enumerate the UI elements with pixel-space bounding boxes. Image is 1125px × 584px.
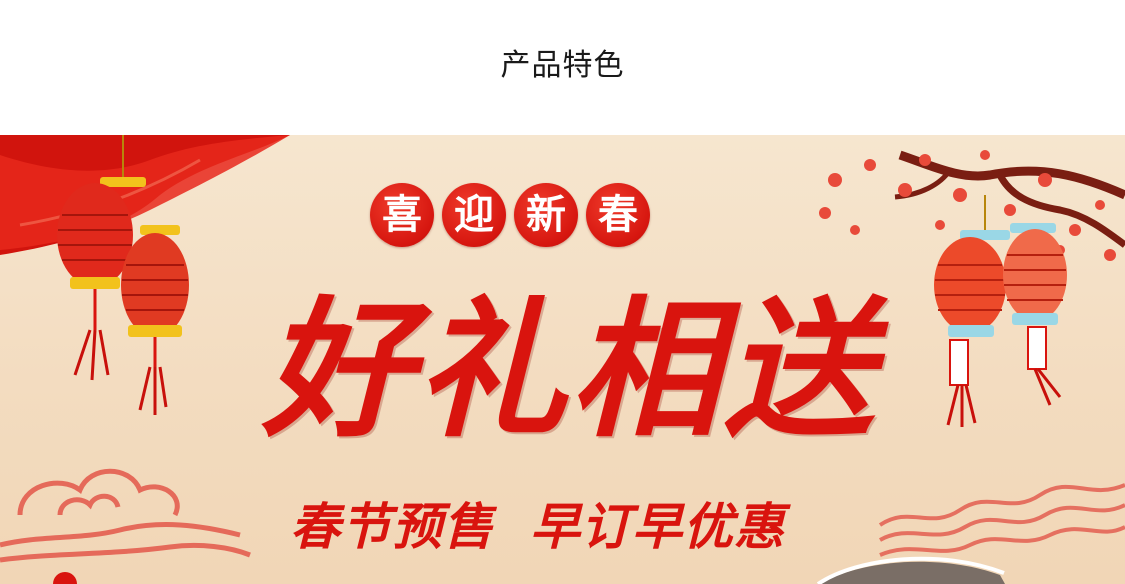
bottom-left-ornament <box>53 572 77 584</box>
cloud-pattern-image <box>0 468 251 563</box>
promo-early-order-text: 早订早优惠 <box>530 498 785 556</box>
greeting-circles: 喜 迎 新 春 <box>370 183 650 247</box>
right-lanterns-image <box>934 195 1067 427</box>
greeting-char: 迎 <box>442 183 506 247</box>
section-title: 产品特色 <box>500 48 625 83</box>
promo-text-row: 春节预售 早订早优惠 <box>290 487 785 559</box>
page: 产品特色 喜 迎 新 春 好礼相送 春节预售 早订早优惠 <box>0 0 1125 584</box>
promo-presale-text: 春节预售 <box>290 498 494 556</box>
greeting-char: 春 <box>586 183 650 247</box>
main-slogan: 好礼相送 <box>262 282 879 458</box>
promo-banner: 喜 迎 新 春 好礼相送 春节预售 早订早优惠 <box>0 135 1125 584</box>
greeting-char: 新 <box>514 183 578 247</box>
greeting-char: 喜 <box>370 183 434 247</box>
wave-pattern-image <box>878 483 1125 557</box>
